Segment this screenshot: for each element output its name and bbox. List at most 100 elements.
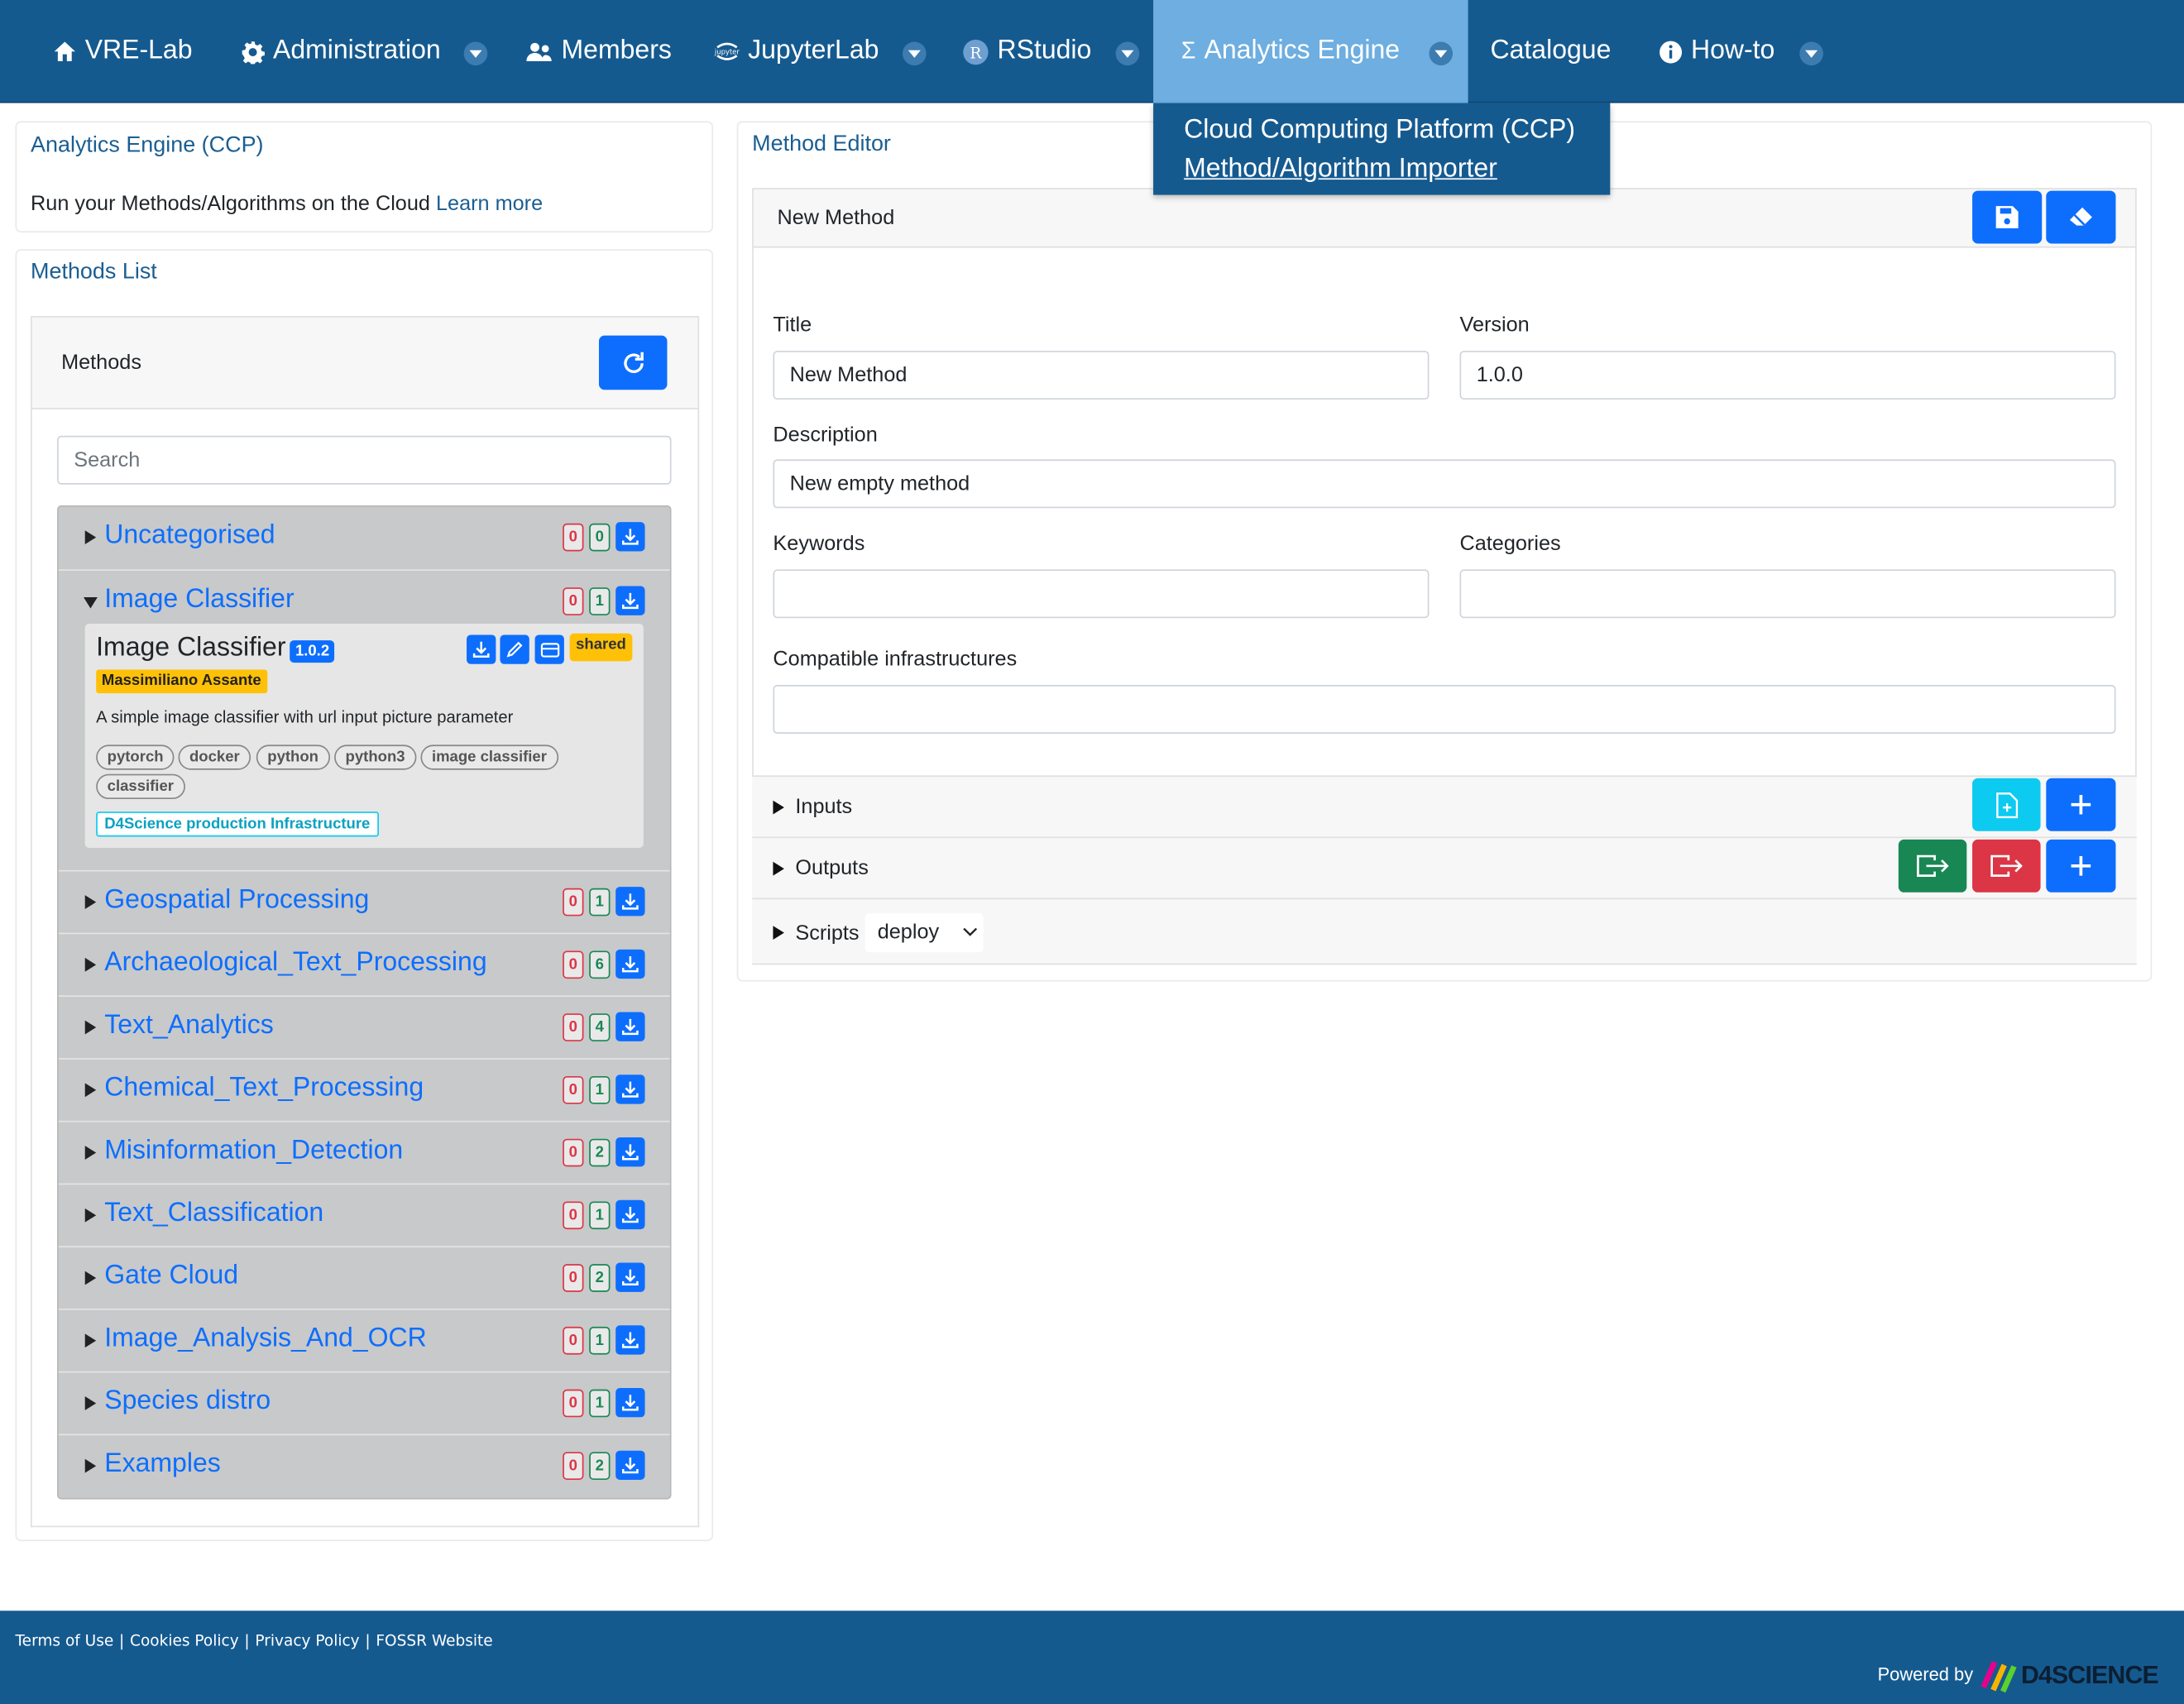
- add-input-button[interactable]: [2046, 778, 2116, 831]
- nav-item-jupyterlab[interactable]: jupyter JupyterLab: [715, 0, 879, 103]
- download-category-button[interactable]: [615, 1012, 645, 1041]
- category-name[interactable]: Misinformation_Detection: [104, 1136, 403, 1166]
- dropdown-item-importer[interactable]: Method/Algorithm Importer: [1184, 153, 1610, 192]
- nav-item-analytics-engine[interactable]: Σ Analytics Engine: [1153, 0, 1468, 103]
- nav-item-catalogue[interactable]: Catalogue: [1491, 0, 1612, 103]
- execute-button[interactable]: [534, 634, 564, 664]
- edit-button[interactable]: [500, 634, 529, 664]
- version-field[interactable]: 1.0.0: [1459, 351, 2116, 400]
- failed-count-badge: 0: [563, 1075, 584, 1104]
- nav-label: Catalogue: [1490, 36, 1612, 66]
- category-row[interactable]: Examples 0 2: [58, 1434, 670, 1497]
- caret-right-icon: [773, 861, 784, 876]
- category-name[interactable]: Text_Classification: [104, 1199, 323, 1229]
- jupyter-icon: jupyter: [715, 39, 740, 64]
- category-name[interactable]: Geospatial Processing: [104, 885, 369, 916]
- footer-link-fossr[interactable]: FOSSR Website: [376, 1631, 492, 1649]
- save-button[interactable]: [1972, 190, 2043, 244]
- chevron-down-icon[interactable]: [463, 41, 488, 66]
- download-button[interactable]: [467, 634, 496, 664]
- d4science-logo-icon[interactable]: [1980, 1657, 2017, 1693]
- refresh-button[interactable]: [598, 335, 668, 390]
- download-category-button[interactable]: [615, 887, 645, 917]
- footer-link-terms[interactable]: Terms of Use: [16, 1631, 114, 1649]
- chevron-down-icon[interactable]: [903, 41, 927, 66]
- download-category-button[interactable]: [615, 1137, 645, 1167]
- dropdown-item-ccp[interactable]: Cloud Computing Platform (CCP): [1184, 114, 1610, 153]
- footer-link-privacy[interactable]: Privacy Policy: [255, 1631, 359, 1649]
- download-category-button[interactable]: [615, 1075, 645, 1104]
- caret-right-icon: [773, 926, 784, 941]
- nav-item-administration[interactable]: Administration: [241, 0, 441, 103]
- download-category-button[interactable]: [615, 949, 645, 979]
- nav-item-rstudio[interactable]: R RStudio: [962, 0, 1091, 103]
- svg-text:R: R: [970, 45, 982, 62]
- download-category-button[interactable]: [615, 1262, 645, 1292]
- intro-text: Run your Methods/Algorithms on the Cloud…: [31, 192, 543, 216]
- nav-item-members[interactable]: Members: [525, 0, 672, 103]
- category-name[interactable]: Image_Analysis_And_OCR: [104, 1324, 426, 1355]
- download-category-button[interactable]: [615, 1450, 645, 1481]
- download-category-button[interactable]: [615, 522, 645, 552]
- search-input[interactable]: Search: [57, 435, 672, 485]
- caret-right-icon: [84, 1458, 97, 1473]
- category-name[interactable]: Text_Analytics: [104, 1011, 273, 1041]
- download-category-button[interactable]: [615, 1387, 645, 1418]
- category-name[interactable]: Gate Cloud: [104, 1261, 238, 1292]
- category-row[interactable]: Misinformation_Detection 0 2: [58, 1120, 670, 1184]
- category-row[interactable]: Chemical_Text_Processing 0 1: [58, 1058, 670, 1121]
- author-badge: Massimiliano Assante: [96, 669, 267, 694]
- category-name[interactable]: Archaeological_Text_Processing: [104, 948, 486, 979]
- nav-item-vre-lab[interactable]: VRE-Lab: [53, 0, 193, 103]
- chevron-down-icon[interactable]: [1429, 41, 1454, 66]
- category-name[interactable]: Image Classifier: [104, 585, 294, 615]
- import-input-button[interactable]: [1972, 778, 2041, 831]
- category-row[interactable]: Species distro 0 1: [58, 1371, 670, 1434]
- download-category-button[interactable]: [615, 1199, 645, 1230]
- learn-more-link[interactable]: Learn more: [436, 192, 543, 216]
- caret-right-icon: [84, 530, 97, 545]
- title-label: Title: [773, 313, 812, 337]
- footer: Terms of Use | Cookies Policy | Privacy Poli…: [0, 1611, 2184, 1704]
- description-field[interactable]: New empty method: [773, 459, 2116, 509]
- category-name[interactable]: Uncategorised: [104, 520, 275, 551]
- method-card-title: Image Classifier: [96, 633, 286, 663]
- chevron-down-icon[interactable]: [1115, 41, 1140, 66]
- infrastructures-field[interactable]: [773, 685, 2116, 734]
- footer-link-cookies[interactable]: Cookies Policy: [130, 1631, 239, 1649]
- category-name[interactable]: Species distro: [104, 1386, 271, 1417]
- category-row[interactable]: Gate Cloud 0 2: [58, 1246, 670, 1309]
- clear-button[interactable]: [2046, 190, 2116, 244]
- d4science-brand[interactable]: D4SCIENCE: [2021, 1661, 2159, 1690]
- category-row[interactable]: Archaeological_Text_Processing 0 6: [58, 932, 670, 996]
- chevron-down-icon: [963, 927, 978, 936]
- download-category-button[interactable]: [615, 586, 645, 615]
- inputs-section[interactable]: Inputs: [752, 775, 2137, 837]
- categories-field[interactable]: [1459, 569, 2116, 619]
- title-field[interactable]: New Method: [773, 351, 1430, 400]
- category-row[interactable]: Text_Analytics 0 4: [58, 995, 670, 1058]
- powered-by-label: Powered by: [1877, 1663, 1974, 1685]
- category-row[interactable]: Uncategorised 0 0: [59, 507, 670, 570]
- export-output-button[interactable]: [1898, 839, 1967, 893]
- category-row[interactable]: Image_Analysis_And_OCR 0 1: [58, 1309, 670, 1371]
- scripts-select-value: deploy: [877, 920, 940, 945]
- nav-item-how-to[interactable]: How-to: [1659, 0, 1774, 103]
- keywords-field[interactable]: [773, 569, 1430, 619]
- add-output-button[interactable]: [2046, 839, 2116, 893]
- category-row[interactable]: Geospatial Processing 0 1: [58, 869, 670, 933]
- categories-label: Categories: [1459, 531, 1561, 556]
- category-name[interactable]: Examples: [104, 1449, 220, 1480]
- remove-output-button[interactable]: [1972, 839, 2041, 893]
- description-label: Description: [773, 423, 878, 448]
- failed-count-badge: 0: [563, 523, 584, 552]
- nav-label: JupyterLab: [748, 36, 879, 66]
- scripts-select[interactable]: deploy: [864, 913, 984, 953]
- intro-description: Run your Methods/Algorithms on the Cloud: [31, 192, 430, 216]
- sigma-icon: Σ: [1181, 37, 1196, 65]
- caret-right-icon: [84, 1396, 97, 1410]
- download-category-button[interactable]: [615, 1325, 645, 1355]
- category-row[interactable]: Text_Classification 0 1: [58, 1183, 670, 1247]
- chevron-down-icon[interactable]: [1799, 41, 1823, 66]
- category-name[interactable]: Chemical_Text_Processing: [104, 1074, 424, 1104]
